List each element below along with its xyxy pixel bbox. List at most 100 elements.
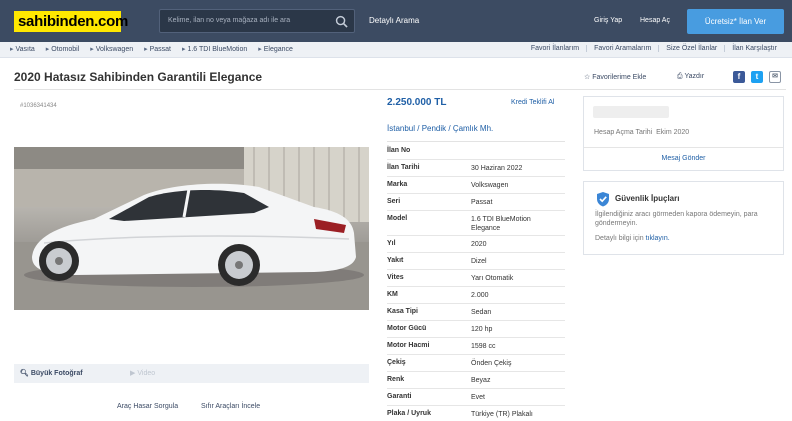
detail-key: Plaka / Uyruk — [387, 410, 431, 417]
price: 2.250.000 TL — [387, 97, 447, 108]
breadcrumb-item[interactable]: Vasıta — [10, 45, 34, 53]
detail-key: Garanti — [387, 393, 412, 400]
main-photo[interactable] — [14, 147, 369, 310]
credit-offer-link[interactable]: Kredi Teklifi Al — [511, 99, 554, 106]
detail-key: Motor Gücü — [387, 325, 427, 332]
table-row: Motor Gücü 120 hp — [387, 321, 565, 338]
account-opened-date: Ekim 2020 — [656, 129, 690, 136]
table-row: Motor Hacmi 1598 cc — [387, 338, 565, 355]
detail-value: 2.000 — [471, 292, 489, 299]
star-icon: ☆ — [584, 74, 591, 81]
table-row: Vites Yarı Otomatik — [387, 270, 565, 287]
detail-value: Sedan — [471, 309, 492, 316]
table-row: Çekiş Önden Çekiş — [387, 355, 565, 372]
table-row: Plaka / Uyruk Türkiye (TR) Plakalı — [387, 406, 565, 421]
safety-more-prefix: Detaylı bilgi için — [595, 235, 644, 242]
detail-value: Beyaz — [471, 377, 491, 384]
breadcrumb-item[interactable]: Otomobil — [46, 45, 79, 53]
car-photo-illustration — [14, 147, 369, 310]
large-photo-button[interactable]: 🔍︎ Büyük Fotoğraf — [20, 369, 83, 377]
post-ad-button[interactable]: Ücretsiz* İlan Ver — [687, 9, 784, 34]
zero-cars-link[interactable]: Sıfır Araçları İncele — [201, 403, 260, 410]
table-row: Marka Volkswagen — [387, 177, 565, 194]
table-row: Yıl 2020 — [387, 236, 565, 253]
detail-value: Dizel — [471, 258, 487, 265]
print-button[interactable]: ⎙ Yazdır — [677, 73, 704, 81]
facebook-icon[interactable]: f — [733, 71, 745, 83]
location-link[interactable]: İstanbul / Pendik / Çamlık Mh. — [387, 124, 493, 133]
detail-value: Türkiye (TR) Plakalı — [471, 411, 533, 418]
detail-key: Yıl — [387, 240, 396, 247]
table-row: İlan Tarihi 30 Haziran 2022 — [387, 160, 565, 177]
breadcrumb-item[interactable]: Volkswagen — [90, 45, 133, 53]
divider — [584, 147, 783, 148]
twitter-icon[interactable]: t — [751, 71, 763, 83]
search-input[interactable]: Kelime, ilan no veya mağaza adı ile ara — [159, 9, 355, 33]
video-button[interactable]: ▶ Video — [130, 369, 155, 377]
account-opened: Hesap Açma Tarihi Ekim 2020 — [594, 129, 689, 136]
login-link[interactable]: Giriş Yap — [594, 17, 622, 24]
table-row: Model 1.6 TDI BlueMotion Elegance — [387, 211, 565, 236]
breadcrumb-item[interactable]: Elegance — [258, 45, 293, 53]
breadcrumb-bar: Vasıta Otomobil Volkswagen Passat 1.6 TD… — [0, 42, 792, 58]
divider — [14, 89, 786, 90]
breadcrumb-item[interactable]: Passat — [144, 45, 171, 53]
account-links: Favori İlanlarım Favori Aramalarım Size … — [524, 45, 784, 52]
detail-key: Kasa Tipi — [387, 308, 418, 315]
favorite-searches-link[interactable]: Favori Aramalarım — [586, 45, 658, 52]
detail-value: Yarı Otomatik — [471, 275, 514, 282]
detail-key: Motor Hacmi — [387, 342, 430, 349]
table-row: Renk Beyaz — [387, 372, 565, 389]
page-title: 2020 Hatasız Sahibinden Garantili Elegan… — [14, 70, 263, 84]
favorite-listings-link[interactable]: Favori İlanlarım — [524, 45, 586, 52]
magnifier-icon: 🔍︎ — [20, 370, 29, 377]
detail-key: KM — [387, 291, 398, 298]
table-row: Seri Passat — [387, 194, 565, 211]
top-header: sahibinden.com Kelime, ilan no veya mağa… — [0, 0, 792, 42]
breadcrumb-item[interactable]: 1.6 TDI BlueMotion — [182, 45, 247, 53]
detail-key: Model — [387, 215, 408, 222]
table-row: İlan No — [387, 143, 565, 160]
detail-value: Passat — [471, 199, 493, 206]
detail-value: 1598 cc — [471, 343, 496, 350]
search-icon[interactable] — [335, 15, 348, 28]
table-row: Garanti Evet — [387, 389, 565, 406]
listing-id-small: #1036341434 — [20, 103, 57, 109]
detail-value: Volkswagen — [471, 182, 509, 189]
site-logo[interactable]: sahibinden.com — [14, 11, 128, 32]
detail-key: Çekiş — [387, 359, 406, 366]
table-row: Kasa Tipi Sedan — [387, 304, 565, 321]
detail-value: 30 Haziran 2022 — [471, 165, 523, 172]
personalized-listings-link[interactable]: Size Özel İlanlar — [658, 45, 724, 52]
register-link[interactable]: Hesap Aç — [640, 17, 670, 24]
detail-value: 1.6 TDI BlueMotion Elegance — [471, 216, 531, 232]
play-icon: ▶ — [130, 370, 136, 377]
send-message-button[interactable]: Mesaj Gönder — [584, 155, 783, 162]
email-icon[interactable]: ✉ — [769, 71, 781, 83]
search-placeholder: Kelime, ilan no veya mağaza adı ile ara — [168, 17, 291, 24]
shield-icon — [597, 192, 609, 207]
detail-value: Evet — [471, 394, 486, 401]
compare-listings-link[interactable]: İlan Karşılaştır — [724, 45, 784, 52]
table-row: Yakıt Dizel — [387, 253, 565, 270]
detail-value: 120 hp — [471, 326, 493, 333]
printer-icon: ⎙ — [677, 73, 683, 80]
add-favorite-label: Favorilerime Ekle — [592, 74, 647, 81]
detail-key: Renk — [387, 376, 405, 383]
damage-query-link[interactable]: Araç Hasar Sorgula — [117, 403, 178, 410]
safety-more-info: Detaylı bilgi için tıklayın. — [595, 235, 670, 242]
large-photo-label: Büyük Fotoğraf — [30, 370, 83, 377]
print-label: Yazdır — [684, 73, 705, 80]
safety-tips-title: Güvenlik İpuçları — [615, 194, 680, 203]
video-label: Video — [137, 370, 156, 377]
detail-key: İlan Tarihi — [387, 164, 420, 171]
add-favorite-button[interactable]: ☆ Favorilerime Ekle — [584, 73, 646, 81]
seller-name-redacted — [593, 106, 669, 118]
advanced-search-link[interactable]: Detaylı Arama — [369, 16, 419, 25]
listing-details-table: İlan No İlan Tarihi 30 Haziran 2022 Marka… — [387, 143, 565, 421]
safety-tips-text: İlgilendiğiniz aracı görmeden kapora öde… — [595, 211, 758, 227]
detail-value: Önden Çekiş — [471, 360, 512, 367]
safety-more-link[interactable]: tıklayın. — [646, 235, 670, 242]
seller-card: Hesap Açma Tarihi Ekim 2020 Mesaj Gönder — [583, 96, 784, 171]
detail-key: Seri — [387, 198, 401, 205]
